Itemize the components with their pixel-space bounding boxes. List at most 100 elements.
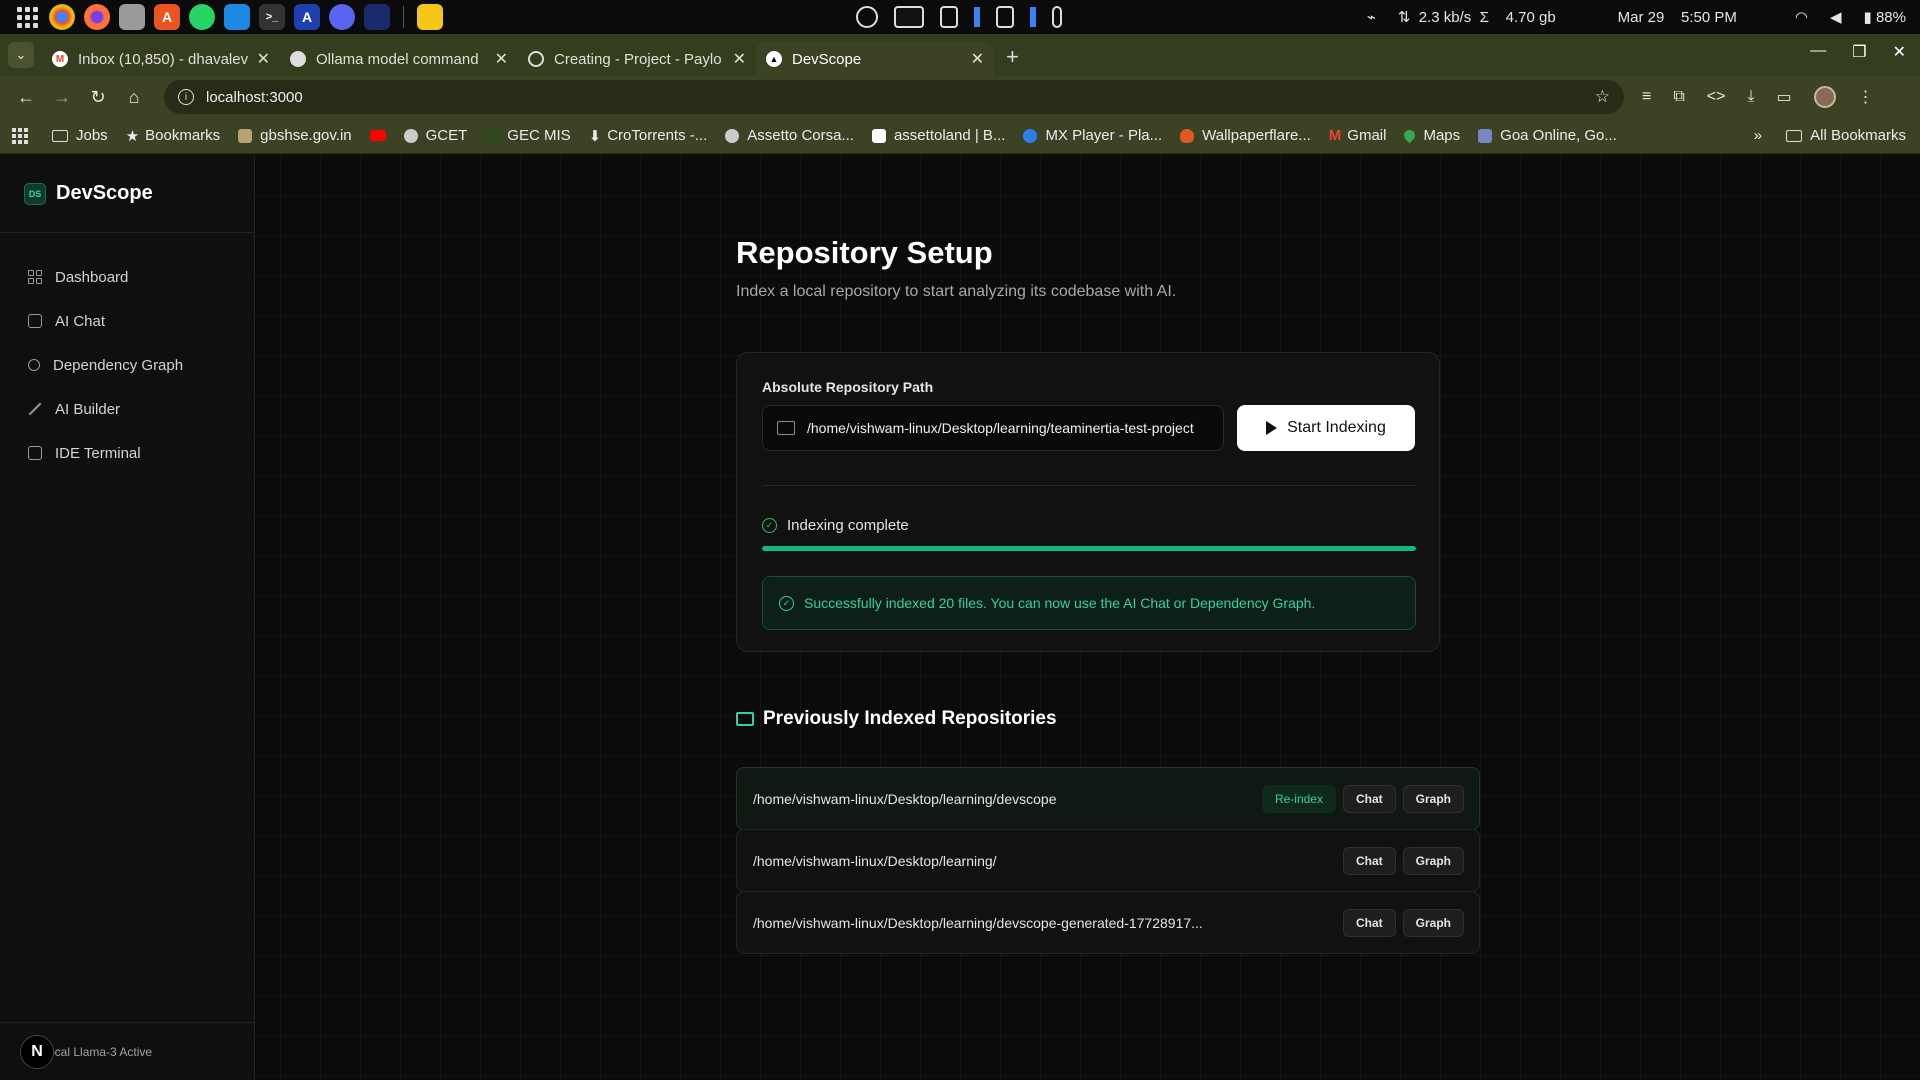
close-tab-icon[interactable]: ✕ xyxy=(971,49,984,69)
sidebar-item-ai-chat[interactable]: AI Chat xyxy=(0,299,254,343)
tab-devscope[interactable]: ▲ DevScope ✕ xyxy=(756,42,994,76)
discord-icon[interactable] xyxy=(329,4,355,30)
app-store-icon[interactable]: A xyxy=(154,4,180,30)
sidebar-item-label: Dependency Graph xyxy=(53,356,184,374)
back-icon[interactable]: ← xyxy=(12,83,40,111)
tab-search-dropdown[interactable]: ⌄ xyxy=(8,42,34,68)
restore-icon[interactable]: ❐ xyxy=(1852,42,1866,62)
chat-button[interactable]: Chat xyxy=(1342,908,1396,937)
start-indexing-button[interactable]: Start Indexing xyxy=(1237,405,1415,451)
battery-indicator[interactable]: ▮ 88% xyxy=(1864,8,1906,26)
os-taskbar: A >_ A ⌁ ⇅ 2.3 kb/s Σ 4.70 gb Mar 29 5:5… xyxy=(0,0,1920,34)
indexing-status: ✓ Indexing complete xyxy=(762,517,909,534)
page-title: Repository Setup xyxy=(736,235,993,270)
vscode-icon[interactable] xyxy=(224,4,250,30)
menu-kebab-icon[interactable]: ⋮ xyxy=(1858,87,1874,107)
graph-button[interactable]: Graph xyxy=(1402,784,1464,813)
bookmark-jobs[interactable]: Jobs xyxy=(52,127,108,144)
reindex-button[interactable]: Re-index xyxy=(1261,784,1336,813)
bookmark-gbshse[interactable]: gbshse.gov.in xyxy=(238,127,352,144)
status-text: Indexing complete xyxy=(787,517,909,534)
volume-icon[interactable]: ◀ xyxy=(1830,8,1842,26)
wix-icon xyxy=(871,128,886,143)
downloads-icon[interactable]: ⤓ xyxy=(1747,88,1754,106)
monitor-app-icon[interactable] xyxy=(364,4,390,30)
app-launcher-icon[interactable] xyxy=(14,4,40,30)
all-bookmarks-button[interactable]: All Bookmarks xyxy=(1786,127,1906,144)
bookmark-label: Wallpaperflare... xyxy=(1202,127,1311,144)
bookmark-mx-player[interactable]: MX Player - Pla... xyxy=(1023,127,1162,144)
close-window-icon[interactable]: ✕ xyxy=(1893,42,1906,62)
sidebar-item-dependency-graph[interactable]: Dependency Graph xyxy=(0,343,254,387)
indexing-progress-bar xyxy=(762,546,1416,551)
play-icon xyxy=(1266,421,1278,435)
bookmark-assetto[interactable]: Assetto Corsa... xyxy=(725,127,854,144)
graph-icon xyxy=(28,359,40,371)
bookmark-wallpaperflare[interactable]: Wallpaperflare... xyxy=(1180,127,1311,144)
brand[interactable]: DS DevScope xyxy=(0,155,254,233)
tab-ollama[interactable]: Ollama model command ✕ xyxy=(280,42,518,76)
graph-button[interactable]: Graph xyxy=(1402,908,1464,937)
files-icon[interactable] xyxy=(119,4,145,30)
forward-icon[interactable]: → xyxy=(48,83,76,111)
chat-button[interactable]: Chat xyxy=(1342,846,1396,875)
new-tab-icon[interactable]: + xyxy=(1006,44,1019,70)
clock[interactable]: Mar 29 5:50 PM xyxy=(1618,9,1737,26)
wifi-icon[interactable]: ◠ xyxy=(1795,8,1808,26)
tab-label: DevScope xyxy=(792,50,862,68)
repo-path: /home/vishwam-linux/Desktop/learning/dev… xyxy=(753,790,1057,807)
memory-icon xyxy=(940,6,958,28)
bookmark-maps[interactable]: Maps xyxy=(1402,127,1460,144)
sidebar-item-label: Dashboard xyxy=(55,268,129,286)
graph-button[interactable]: Graph xyxy=(1402,846,1464,875)
payload-icon xyxy=(528,51,544,67)
bookmark-crotorrents[interactable]: ⬇ CroTorrents -... xyxy=(589,127,708,145)
sidebar-item-ide-terminal[interactable]: IDE Terminal xyxy=(0,431,254,475)
check-circle-icon: ✓ xyxy=(779,595,794,611)
more-bookmarks-icon[interactable]: » xyxy=(1754,127,1762,144)
sidebar-item-label: AI Chat xyxy=(55,312,106,330)
bookmark-star-icon[interactable]: ☆ xyxy=(1595,87,1610,107)
bookmark-gmail[interactable]: M Gmail xyxy=(1329,127,1387,144)
close-tab-icon[interactable]: ✕ xyxy=(495,49,508,69)
address-bar[interactable]: i localhost:3000 ☆ xyxy=(164,80,1624,114)
minimize-icon[interactable]: — xyxy=(1810,42,1826,62)
profile-avatar[interactable] xyxy=(1813,86,1836,108)
tab-payload[interactable]: Creating - Project - Paylo ✕ xyxy=(518,42,756,76)
apps-grid-icon[interactable] xyxy=(12,127,28,144)
repo-row[interactable]: /home/vishwam-linux/Desktop/learning/ Ch… xyxy=(736,829,1480,892)
devtools-icon[interactable]: <> xyxy=(1707,88,1726,106)
sidebar-item-ai-builder[interactable]: AI Builder xyxy=(0,387,254,431)
battery-level: 88% xyxy=(1875,9,1906,26)
tab-inbox[interactable]: M Inbox (10,850) - dhavalev ✕ xyxy=(42,42,280,76)
bookmark-gec-mis[interactable]: GEC MIS xyxy=(485,127,571,144)
close-tab-icon[interactable]: ✕ xyxy=(733,49,746,69)
close-tab-icon[interactable]: ✕ xyxy=(257,49,270,69)
split-view-icon[interactable]: ▭ xyxy=(1777,87,1792,107)
extensions-icon[interactable]: ⧉ xyxy=(1673,88,1684,106)
repository-path-input[interactable]: /home/vishwam-linux/Desktop/learning/tea… xyxy=(762,405,1224,451)
home-icon[interactable]: ⌂ xyxy=(120,83,148,111)
whatsapp-icon[interactable] xyxy=(189,4,215,30)
notes-icon[interactable] xyxy=(417,4,443,30)
android-studio-icon[interactable]: A xyxy=(294,4,320,30)
user-avatar[interactable]: N xyxy=(20,1034,54,1069)
terminal-app-icon[interactable]: >_ xyxy=(259,4,285,30)
bookmark-gcet[interactable]: GCET xyxy=(403,127,467,144)
firefox-icon[interactable] xyxy=(84,4,110,30)
bookmark-goa-online[interactable]: Goa Online, Go... xyxy=(1478,127,1617,144)
bookmark-bookmarks[interactable]: ★ Bookmarks xyxy=(126,127,220,145)
reading-list-icon[interactable]: ≡ xyxy=(1642,88,1651,106)
gec-icon xyxy=(485,128,500,143)
bookmark-youtube[interactable] xyxy=(369,130,386,141)
repo-row[interactable]: /home/vishwam-linux/Desktop/learning/dev… xyxy=(736,891,1480,954)
bookmark-assettoland[interactable]: assettoland | B... xyxy=(871,127,1005,144)
site-info-icon[interactable]: i xyxy=(178,89,194,105)
chrome-icon[interactable] xyxy=(49,4,75,30)
clipboard-icon[interactable]: ⌁ xyxy=(1367,8,1376,26)
chat-button[interactable]: Chat xyxy=(1342,784,1396,813)
sigma-label: Σ xyxy=(1479,9,1489,26)
sidebar-item-dashboard[interactable]: Dashboard xyxy=(0,255,254,299)
repo-row[interactable]: /home/vishwam-linux/Desktop/learning/dev… xyxy=(736,767,1480,830)
reload-icon[interactable]: ↻ xyxy=(84,83,112,111)
